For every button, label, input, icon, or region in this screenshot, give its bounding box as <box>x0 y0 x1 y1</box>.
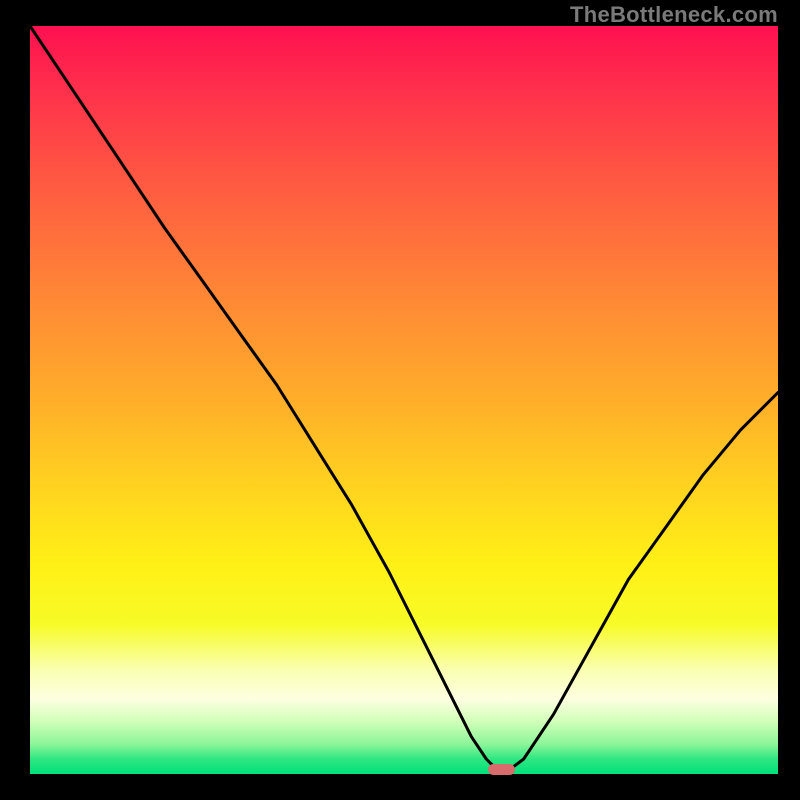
curve-path <box>30 26 778 770</box>
plot-area <box>30 26 778 774</box>
chart-stage: TheBottleneck.com <box>0 0 800 800</box>
min-marker <box>488 764 515 774</box>
watermark-text: TheBottleneck.com <box>570 2 778 28</box>
bottleneck-curve <box>30 26 778 774</box>
